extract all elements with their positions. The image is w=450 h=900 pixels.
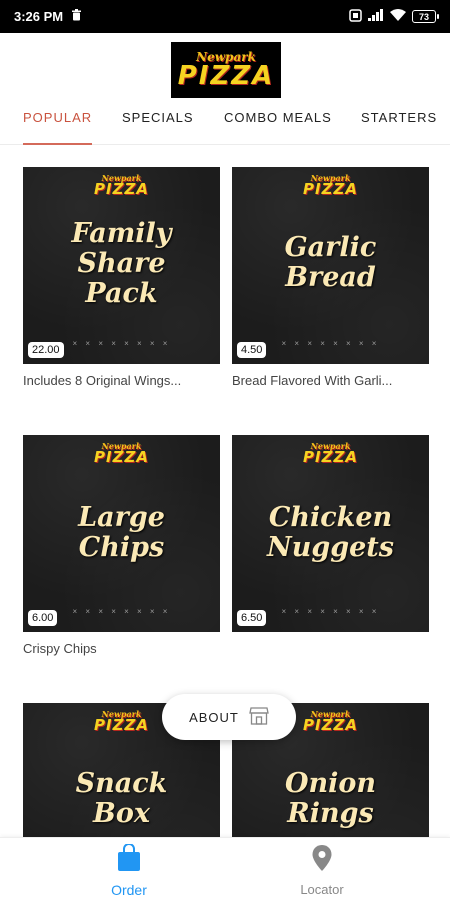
- sim-icon: [349, 8, 362, 25]
- item-logo-big: PIZZA: [303, 180, 358, 198]
- item-title-line: Garlic: [284, 232, 377, 263]
- menu-item-card[interactable]: Newpark PIZZA Large Chips × × × × × × × …: [23, 435, 220, 656]
- item-title-line: Box: [93, 798, 150, 829]
- tab-specials[interactable]: SPECIALS: [122, 110, 194, 144]
- category-tabs: POPULAR SPECIALS COMBO MEALS STARTERS: [0, 103, 450, 145]
- item-title-line: Snack: [75, 768, 168, 799]
- item-title: Snack Box: [23, 769, 220, 829]
- wifi-icon: [390, 9, 406, 24]
- menu-item-card[interactable]: Newpark PIZZA Garlic Bread × × × × × × ×…: [232, 167, 429, 388]
- item-image: Newpark PIZZA Family Share Pack × × × × …: [23, 167, 220, 364]
- menu-item-card[interactable]: Newpark PIZZA Chicken Nuggets × × × × × …: [232, 435, 429, 632]
- nav-locator[interactable]: Locator: [272, 844, 372, 897]
- item-description: Bread Flavored With Garli...: [232, 373, 393, 388]
- item-image: Newpark PIZZA Garlic Bread × × × × × × ×…: [232, 167, 429, 364]
- item-title: Chicken Nuggets: [232, 503, 429, 563]
- nav-order-label: Order: [111, 882, 147, 898]
- item-logo: Newpark PIZZA: [23, 174, 220, 197]
- battery-level: 73: [418, 11, 429, 22]
- item-logo-big: PIZZA: [94, 180, 149, 198]
- status-time: 3:26 PM: [14, 9, 64, 24]
- item-title-line: Rings: [287, 798, 374, 829]
- item-title: Large Chips: [23, 503, 220, 563]
- tab-starters[interactable]: STARTERS: [361, 110, 437, 144]
- item-logo: Newpark PIZZA: [232, 442, 429, 465]
- item-title: Family Share Pack: [23, 219, 220, 309]
- item-logo-big: PIZZA: [303, 448, 358, 466]
- item-title-line: Onion: [284, 768, 377, 799]
- item-title-line: Large: [78, 502, 165, 533]
- tab-combo-meals[interactable]: COMBO MEALS: [224, 110, 332, 144]
- item-logo-big: PIZZA: [94, 448, 149, 466]
- item-description: Includes 8 Original Wings...: [23, 373, 182, 388]
- item-logo: Newpark PIZZA: [232, 174, 429, 197]
- item-title-line: Nuggets: [267, 532, 394, 563]
- status-bar: 3:26 PM 73: [0, 0, 450, 33]
- shopping-bag-icon: [117, 843, 141, 877]
- item-title: Onion Rings: [232, 769, 429, 829]
- menu-item-card[interactable]: Newpark PIZZA Family Share Pack × × × × …: [23, 167, 220, 388]
- item-price: 4.50: [237, 342, 267, 358]
- item-logo: Newpark PIZZA: [23, 442, 220, 465]
- signal-icon: [368, 9, 384, 24]
- nav-locator-label: Locator: [300, 882, 344, 897]
- item-image: Newpark PIZZA Chicken Nuggets × × × × × …: [232, 435, 429, 632]
- about-label: ABOUT: [189, 709, 239, 725]
- item-price: 22.00: [28, 342, 64, 358]
- bottom-navigation: Order Locator: [0, 837, 450, 900]
- item-image: Newpark PIZZA Large Chips × × × × × × × …: [23, 435, 220, 632]
- tab-popular[interactable]: POPULAR: [23, 110, 93, 145]
- item-title-line: Chicken: [268, 502, 393, 533]
- logo-big-text: PIZZA: [177, 61, 275, 91]
- item-title-line: Family: [71, 218, 172, 249]
- item-title-line: Share: [77, 248, 166, 279]
- item-title-line: Bread: [285, 262, 376, 293]
- location-pin-icon: [311, 844, 333, 877]
- item-description: Crispy Chips: [23, 641, 97, 656]
- item-price: 6.00: [28, 610, 58, 626]
- brand-logo: Newpark PIZZA: [171, 42, 281, 98]
- item-price: 6.50: [237, 610, 267, 626]
- battery-icon: 73: [412, 10, 439, 23]
- store-icon: [249, 706, 269, 728]
- item-title-line: Pack: [85, 278, 158, 309]
- item-title: Garlic Bread: [232, 233, 429, 293]
- item-title-line: Chips: [78, 532, 165, 563]
- nav-order[interactable]: Order: [79, 843, 179, 898]
- trash-icon: [71, 9, 82, 24]
- about-button[interactable]: ABOUT: [162, 694, 296, 740]
